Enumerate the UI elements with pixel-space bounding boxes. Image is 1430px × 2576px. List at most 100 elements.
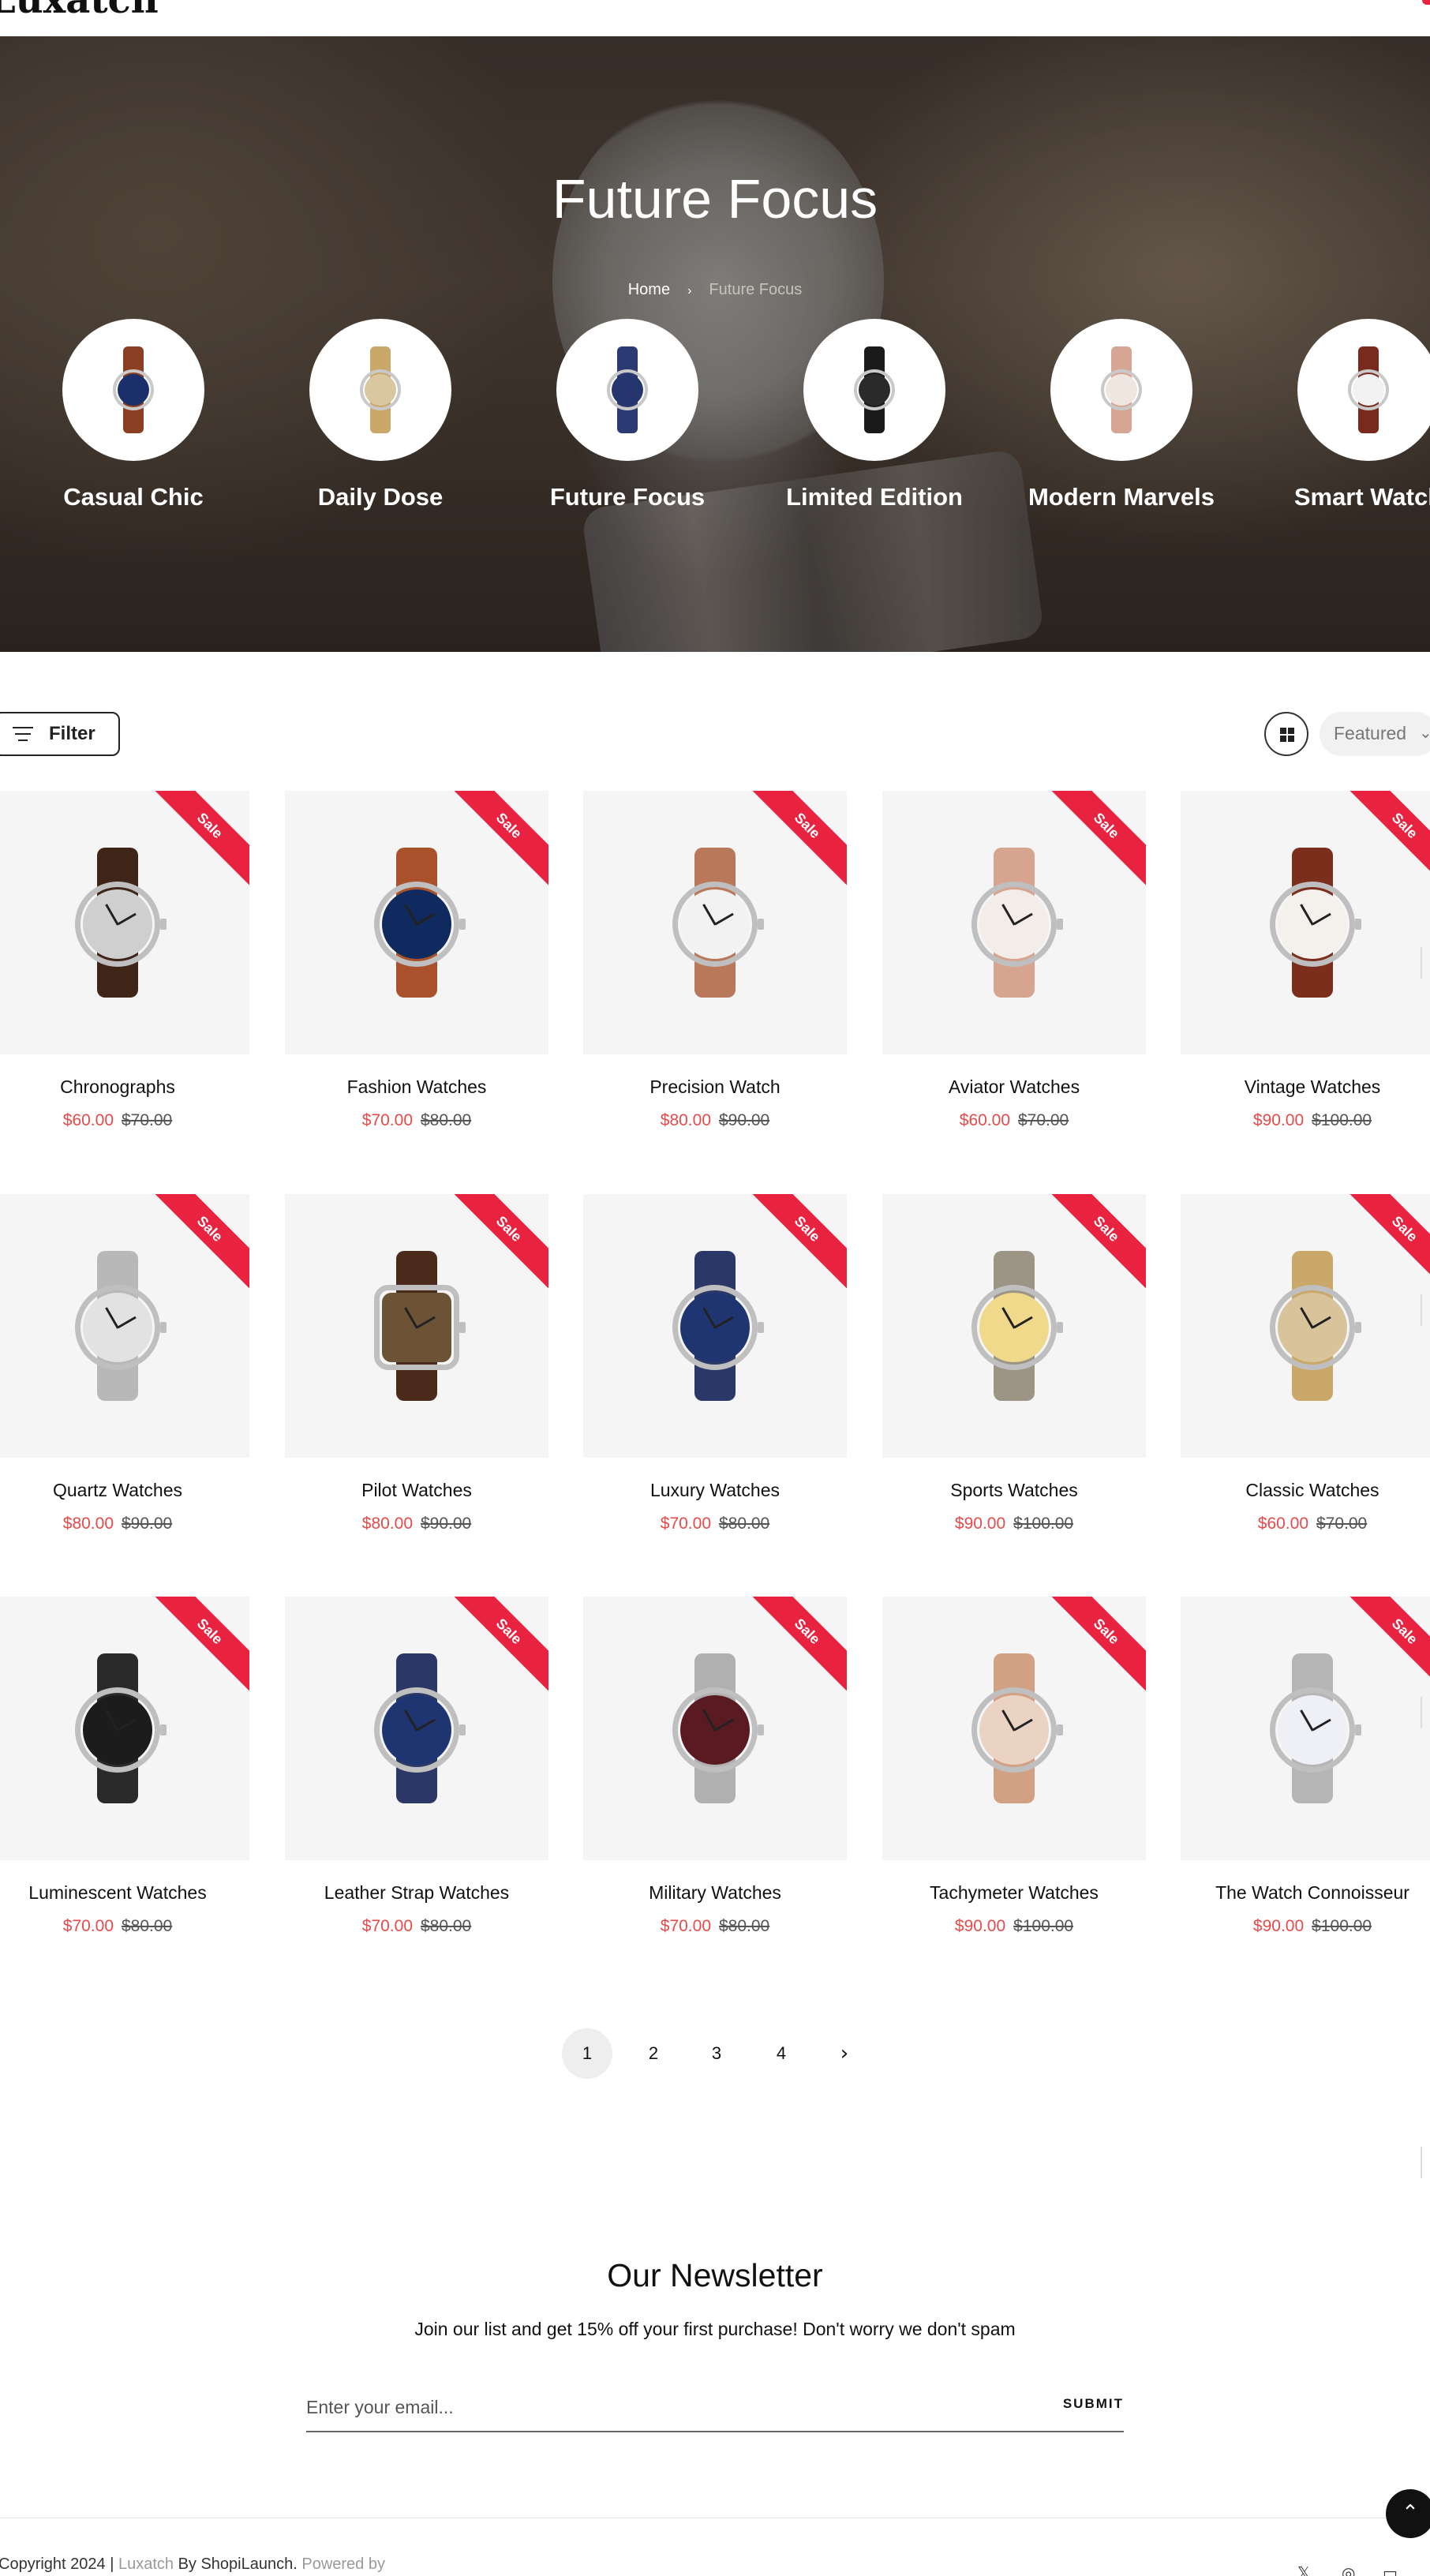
category-label[interactable]: Smart Watch bbox=[1250, 483, 1430, 511]
grid-view-toggle[interactable] bbox=[1264, 712, 1308, 756]
product-image[interactable]: Sale bbox=[583, 791, 847, 1054]
sale-price: $80.00 bbox=[660, 1111, 711, 1129]
category-label[interactable]: Limited Edition bbox=[756, 483, 993, 511]
sale-price: $80.00 bbox=[361, 1515, 413, 1533]
youtube-social-icon[interactable]: ▭ bbox=[1383, 2563, 1398, 2576]
page-number-1[interactable]: 1 bbox=[562, 2028, 612, 2079]
category-item[interactable]: Smart Watch bbox=[1294, 319, 1430, 511]
product-image[interactable]: Sale bbox=[882, 1194, 1146, 1458]
category-thumbnail[interactable] bbox=[803, 319, 945, 461]
breadcrumb-current: Future Focus bbox=[709, 281, 803, 298]
product-image[interactable]: Sale bbox=[583, 1597, 847, 1860]
category-thumbnail[interactable] bbox=[1050, 319, 1192, 461]
scroll-edge-indicator bbox=[1421, 1294, 1422, 1326]
product-price: $90.00 $100.00 bbox=[1181, 1111, 1430, 1130]
category-thumbnail[interactable] bbox=[309, 319, 451, 461]
compare-at-price: $80.00 bbox=[421, 1111, 472, 1129]
category-label[interactable]: Casual Chic bbox=[15, 483, 252, 511]
product-title[interactable]: Quartz Watches bbox=[0, 1480, 249, 1501]
product-price: $70.00 $80.00 bbox=[583, 1917, 847, 1936]
product-image[interactable]: Sale bbox=[285, 1597, 548, 1860]
product-title[interactable]: Fashion Watches bbox=[285, 1076, 548, 1098]
product-title[interactable]: Vintage Watches bbox=[1181, 1076, 1430, 1098]
product-title[interactable]: Leather Strap Watches bbox=[285, 1882, 548, 1904]
product-price: $60.00 $70.00 bbox=[882, 1111, 1146, 1130]
page-number-4[interactable]: 4 bbox=[756, 2028, 807, 2079]
product-title[interactable]: Tachymeter Watches bbox=[882, 1882, 1146, 1904]
compare-at-price: $100.00 bbox=[1013, 1515, 1074, 1533]
category-thumbnail[interactable] bbox=[1297, 319, 1430, 461]
product-image[interactable]: Sale bbox=[1181, 1597, 1430, 1860]
product-image[interactable]: Sale bbox=[285, 1194, 548, 1458]
page-number-3[interactable]: 3 bbox=[691, 2028, 742, 2079]
newsletter-submit-button[interactable]: SUBMIT bbox=[1050, 2390, 1124, 2418]
product-title[interactable]: The Watch Connoisseur bbox=[1181, 1882, 1430, 1904]
watch-icon bbox=[1345, 346, 1392, 433]
watch-icon bbox=[668, 1653, 764, 1803]
category-thumbnail[interactable] bbox=[556, 319, 698, 461]
category-item[interactable]: Modern Marvels bbox=[1028, 319, 1215, 511]
product-image[interactable]: Sale bbox=[0, 791, 249, 1054]
filter-icon bbox=[13, 727, 33, 743]
product-title[interactable]: Luminescent Watches bbox=[0, 1882, 249, 1904]
product-image[interactable]: Sale bbox=[1181, 791, 1430, 1054]
category-thumbnail[interactable] bbox=[62, 319, 204, 461]
product-image[interactable]: Sale bbox=[882, 791, 1146, 1054]
sale-price: $60.00 bbox=[959, 1111, 1010, 1129]
sort-select[interactable]: Featured ⌄ bbox=[1320, 712, 1430, 756]
header-accent-mark bbox=[1422, 0, 1430, 5]
product-title[interactable]: Classic Watches bbox=[1181, 1480, 1430, 1501]
sale-price: $90.00 bbox=[1252, 1111, 1305, 1129]
powered-by-link[interactable]: Powered by bbox=[301, 2555, 385, 2573]
next-page-icon[interactable]: › bbox=[819, 2028, 870, 2079]
product-image[interactable]: Sale bbox=[0, 1194, 249, 1458]
sale-price: $70.00 bbox=[62, 1917, 114, 1935]
category-item[interactable]: Casual Chic bbox=[62, 319, 204, 511]
copyright-by: By ShopiLaunch. bbox=[174, 2555, 302, 2573]
category-label[interactable]: Daily Dose bbox=[262, 483, 499, 511]
compare-at-price: $100.00 bbox=[1312, 1917, 1372, 1935]
category-label[interactable]: Modern Marvels bbox=[1003, 483, 1240, 511]
sale-price: $70.00 bbox=[361, 1917, 413, 1935]
compare-at-price: $100.00 bbox=[1312, 1111, 1372, 1129]
product-price: $70.00 $80.00 bbox=[583, 1515, 847, 1533]
category-item[interactable]: Future Focus bbox=[550, 319, 705, 511]
breadcrumb: Home › Future Focus bbox=[0, 281, 1430, 299]
pinterest-social-icon[interactable]: ◎ bbox=[1342, 2563, 1355, 2576]
sort-selected-value: Featured bbox=[1334, 723, 1407, 743]
product-title[interactable]: Aviator Watches bbox=[882, 1076, 1146, 1098]
product-price: $90.00 $100.00 bbox=[882, 1515, 1146, 1533]
watch-icon bbox=[967, 1653, 1063, 1803]
watch-icon bbox=[967, 1251, 1063, 1401]
scroll-edge-indicator bbox=[1421, 2147, 1422, 2178]
product-price: $90.00 $100.00 bbox=[882, 1917, 1146, 1936]
product-title[interactable]: Precision Watch bbox=[583, 1076, 847, 1098]
newsletter-email-input[interactable] bbox=[306, 2383, 1124, 2432]
product-title[interactable]: Sports Watches bbox=[882, 1480, 1146, 1501]
category-item[interactable]: Daily Dose bbox=[309, 319, 451, 511]
watch-icon bbox=[357, 346, 404, 433]
product-title[interactable]: Luxury Watches bbox=[583, 1480, 847, 1501]
compare-at-price: $80.00 bbox=[421, 1917, 472, 1935]
product-title[interactable]: Military Watches bbox=[583, 1882, 847, 1904]
category-label[interactable]: Future Focus bbox=[509, 483, 746, 511]
back-to-top-button[interactable]: ⌃ bbox=[1386, 2489, 1430, 2538]
product-image[interactable]: Sale bbox=[0, 1597, 249, 1860]
product-title[interactable]: Pilot Watches bbox=[285, 1480, 548, 1501]
filter-button[interactable]: Filter bbox=[0, 712, 120, 756]
page-number-2[interactable]: 2 bbox=[628, 2028, 679, 2079]
product-image[interactable]: Sale bbox=[583, 1194, 847, 1458]
product-price: $80.00 $90.00 bbox=[583, 1111, 847, 1130]
breadcrumb-home[interactable]: Home bbox=[628, 281, 670, 298]
product-image[interactable]: Sale bbox=[1181, 1194, 1430, 1458]
scroll-edge-indicator bbox=[1421, 1697, 1422, 1728]
category-item[interactable]: Limited Edition bbox=[786, 319, 963, 511]
x-social-icon[interactable]: 𝕏 bbox=[1297, 2563, 1310, 2576]
product-image[interactable]: Sale bbox=[882, 1597, 1146, 1860]
watch-icon bbox=[70, 848, 167, 998]
product-image[interactable]: Sale bbox=[285, 791, 548, 1054]
copyright-brand-link[interactable]: Luxatch bbox=[118, 2555, 174, 2573]
product-title[interactable]: Chronographs bbox=[0, 1076, 249, 1098]
collection-hero: Future Focus Home › Future Focus Casual Ch… bbox=[0, 36, 1430, 652]
site-logo[interactable]: Luxatch bbox=[0, 0, 159, 22]
